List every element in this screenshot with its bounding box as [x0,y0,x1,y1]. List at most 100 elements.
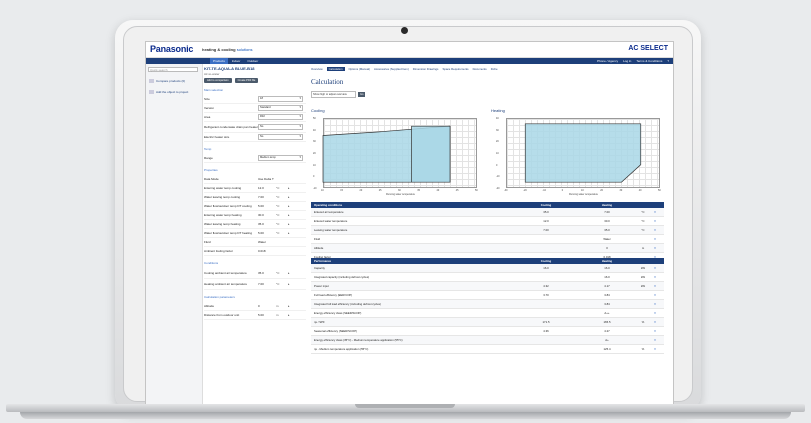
brand-logo[interactable]: Panasonic [150,44,193,54]
section-main-selection[interactable]: Main selection [204,88,306,92]
table-cell-cool: 16.0 [543,266,549,270]
expand-icon[interactable]: ▾ [650,228,660,232]
prop-input[interactable]: 5.00 [258,231,276,235]
prop-input[interactable]: 35.0 [258,222,276,226]
add-to-comparison-button[interactable]: Add to comparison [204,78,232,83]
nav-link-login[interactable]: Log in [623,58,631,64]
help-icon[interactable]: ? [667,58,669,64]
altitude-input[interactable]: 0 [258,304,276,308]
nav-tab-products[interactable]: Products [210,58,228,64]
tab-calculation[interactable]: Calculation [326,67,345,71]
section-conditions[interactable]: Conditions [204,261,306,265]
nav-link-terms[interactable]: Terms & Conditions [636,58,662,64]
y-tick-label: 20 [313,152,316,155]
chevron-right-icon[interactable]: ▸ [288,304,294,308]
x-tick-label: 10 [581,189,584,192]
tab-accessories[interactable]: Accessories (Supplied Item) [374,67,409,71]
table-row: ηs / SPF 171.5 165.5% ▾ [311,318,664,327]
tab-overview[interactable]: Overview [311,67,323,71]
distance-input[interactable]: 5.00 [258,313,276,317]
expand-icon[interactable]: ▾ [650,284,660,288]
expand-icon[interactable]: ▾ [650,347,660,351]
expand-icon[interactable]: ▾ [650,266,660,270]
x-tick-label: 40 [436,189,440,192]
tab-dimension-drawings[interactable]: Dimension Drawings [413,67,439,71]
chevron-right-icon[interactable]: ▸ [288,271,294,275]
prop-input[interactable]: 7.00 [258,195,276,199]
section-properties[interactable]: Properties [204,168,306,172]
table-cell-heat: Water [603,237,611,241]
expand-icon[interactable]: ▾ [650,311,660,315]
page-title: Calculation [311,78,344,86]
sidebar-item-compare[interactable]: Compare products (0) [149,79,185,84]
expand-icon[interactable]: ▾ [650,237,660,241]
table-row: Energy efficiency class (35°C) - Medium … [311,336,664,345]
field-cond-1: Heating ambient air temperature 7.00 °C ▸ [204,279,306,290]
range-select[interactable]: Medium temp [258,155,303,161]
field-prop-0: Entering water temp cooling 12.0 °C ▸ [204,184,306,193]
table-cell-unit: m [641,246,645,250]
create-pdf-button[interactable]: Create PDF file [234,78,259,83]
prop-input[interactable]: 30.0 [258,213,276,217]
electric-heater-select[interactable]: No [258,134,303,140]
field-cond-0: Cooling ambient air temperature 35.0 °C ▸ [204,268,306,279]
expand-icon[interactable]: ▾ [650,246,660,250]
table-cell-heat: 30.0 [604,219,610,223]
size-select[interactable]: 18 [258,96,303,102]
chevron-right-icon[interactable]: ▸ [288,282,294,286]
table-cell-unit: °C [641,219,645,223]
chevron-right-icon[interactable]: ▸ [288,186,294,190]
section-temp[interactable]: Temp [204,147,306,151]
view-select[interactable]: Show high or adjust overview [311,91,356,98]
expand-icon[interactable]: ▾ [650,329,660,333]
table-cell-cool: 3.70 [543,293,549,297]
nav-link-agency[interactable]: Phone / Agency [597,58,618,64]
expand-icon[interactable]: ▾ [650,275,660,279]
field-size: Size 18 [204,95,306,104]
table-cell-label: Integrated capacity (including defrost c… [314,275,370,279]
expand-icon[interactable]: ▾ [650,338,660,342]
expand-icon[interactable]: ▾ [650,219,660,223]
drain-heater-select[interactable]: No [258,124,303,130]
area-select[interactable]: R32 [258,114,303,120]
operating-region-0 [524,123,642,183]
heating-chart-title: Heating [491,108,505,113]
nav-tab-outdoor[interactable]: Outdoor [244,58,262,64]
expand-icon[interactable]: ▾ [650,302,660,306]
prop-input[interactable]: 12.0 [258,186,276,190]
x-tick-label: -30 [504,189,508,192]
prop-input[interactable]: 5.00 [258,204,276,208]
x-tick-label: 0 [561,189,564,192]
prop-input[interactable]: Water [258,240,276,244]
chevron-right-icon[interactable]: ▸ [288,231,294,235]
expand-icon[interactable]: ▾ [650,293,660,297]
condition-input[interactable]: 7.00 [258,282,276,286]
brand-tagline: heating & cooling solutions [202,47,252,52]
expand-icon[interactable]: ▾ [650,210,660,214]
version-select[interactable]: Standard [258,105,303,111]
table-cell-label: Full load efficiency (EER/COP) [314,293,353,297]
nav-tab-indoor[interactable]: Indoor [228,58,244,64]
tab-documents[interactable]: Documents [473,67,487,71]
tab-options[interactable]: Options (Manual) [349,67,370,71]
expand-icon[interactable]: ▾ [650,320,660,324]
go-button[interactable]: Go [358,92,366,97]
section-calc-params[interactable]: Calculation parameters [204,295,306,299]
sidebar-item-label: Add the object to project [156,90,189,94]
sidebar-item-add-project[interactable]: Add the object to project [149,90,189,95]
x-tick-label: -20 [523,189,527,192]
chevron-right-icon[interactable]: ▸ [288,222,294,226]
field-data-mode: Data Mode Use Delta T [204,175,306,184]
condition-input[interactable]: 35.0 [258,271,276,275]
chevron-right-icon[interactable]: ▸ [288,213,294,217]
tab-space-requirements[interactable]: Space Requirements [442,67,468,71]
chevron-right-icon[interactable]: ▸ [288,204,294,208]
quick-search-input[interactable]: Quick search [148,67,198,72]
cooling-chart: 10 15 20 25 30 35 40 45 50 -10 0 10 20 30 40 50 Running … [311,114,481,198]
tab-fiche[interactable]: Fiche [491,67,498,71]
prop-input[interactable]: 0.018 [258,249,276,253]
x-axis-label: Running water temperature [386,193,415,196]
x-tick-label: 15 [340,189,343,192]
chevron-right-icon[interactable]: ▸ [288,313,294,317]
chevron-right-icon[interactable]: ▸ [288,195,294,199]
